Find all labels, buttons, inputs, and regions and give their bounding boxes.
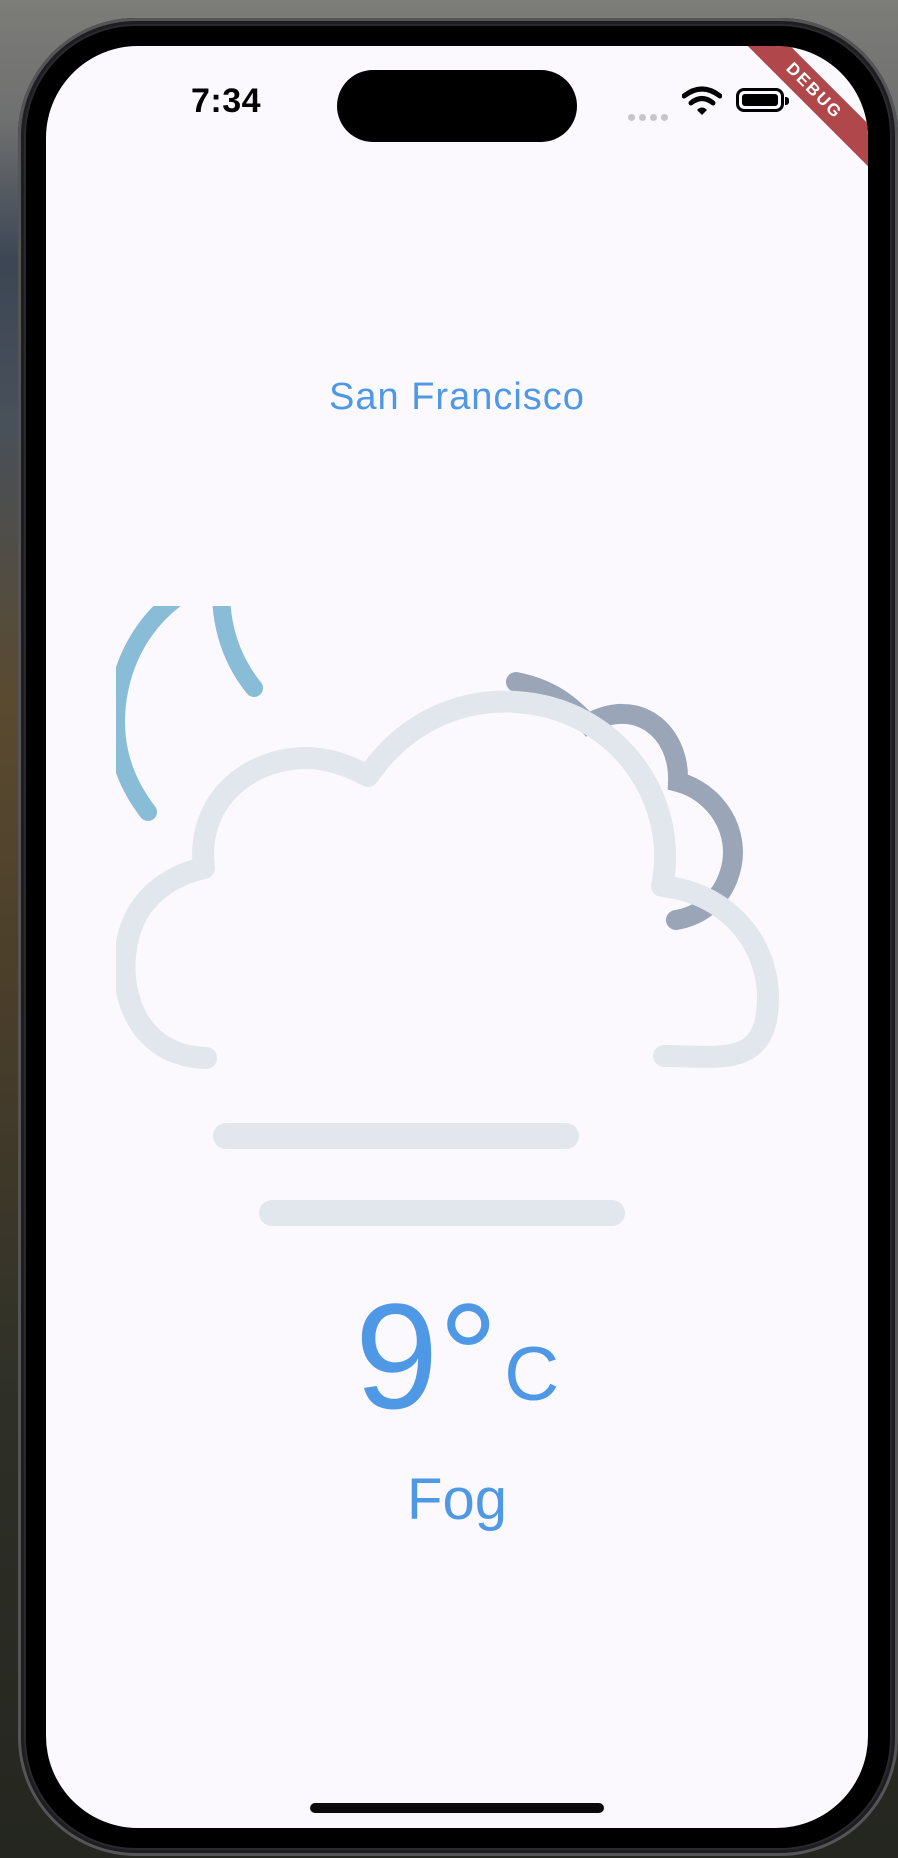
- temperature-display: 9°C: [46, 1281, 868, 1431]
- fog-night-icon: [116, 606, 779, 1226]
- dynamic-island: [337, 70, 577, 142]
- debug-banner-label: DEBUG: [732, 46, 868, 173]
- wifi-icon: [682, 86, 722, 115]
- temperature-value: 9°: [354, 1272, 499, 1440]
- city-name: San Francisco: [329, 376, 585, 418]
- cellular-signal-icon: [628, 108, 672, 126]
- status-time: 7:34: [190, 82, 262, 120]
- temperature-unit: C: [504, 1332, 560, 1417]
- debug-banner: DEBUG: [728, 46, 868, 186]
- app-screen: 7:34 DEBUG San Francisco 9°C Fog: [46, 46, 868, 1828]
- home-indicator[interactable]: [310, 1803, 604, 1813]
- weather-condition: Fog: [407, 1467, 507, 1532]
